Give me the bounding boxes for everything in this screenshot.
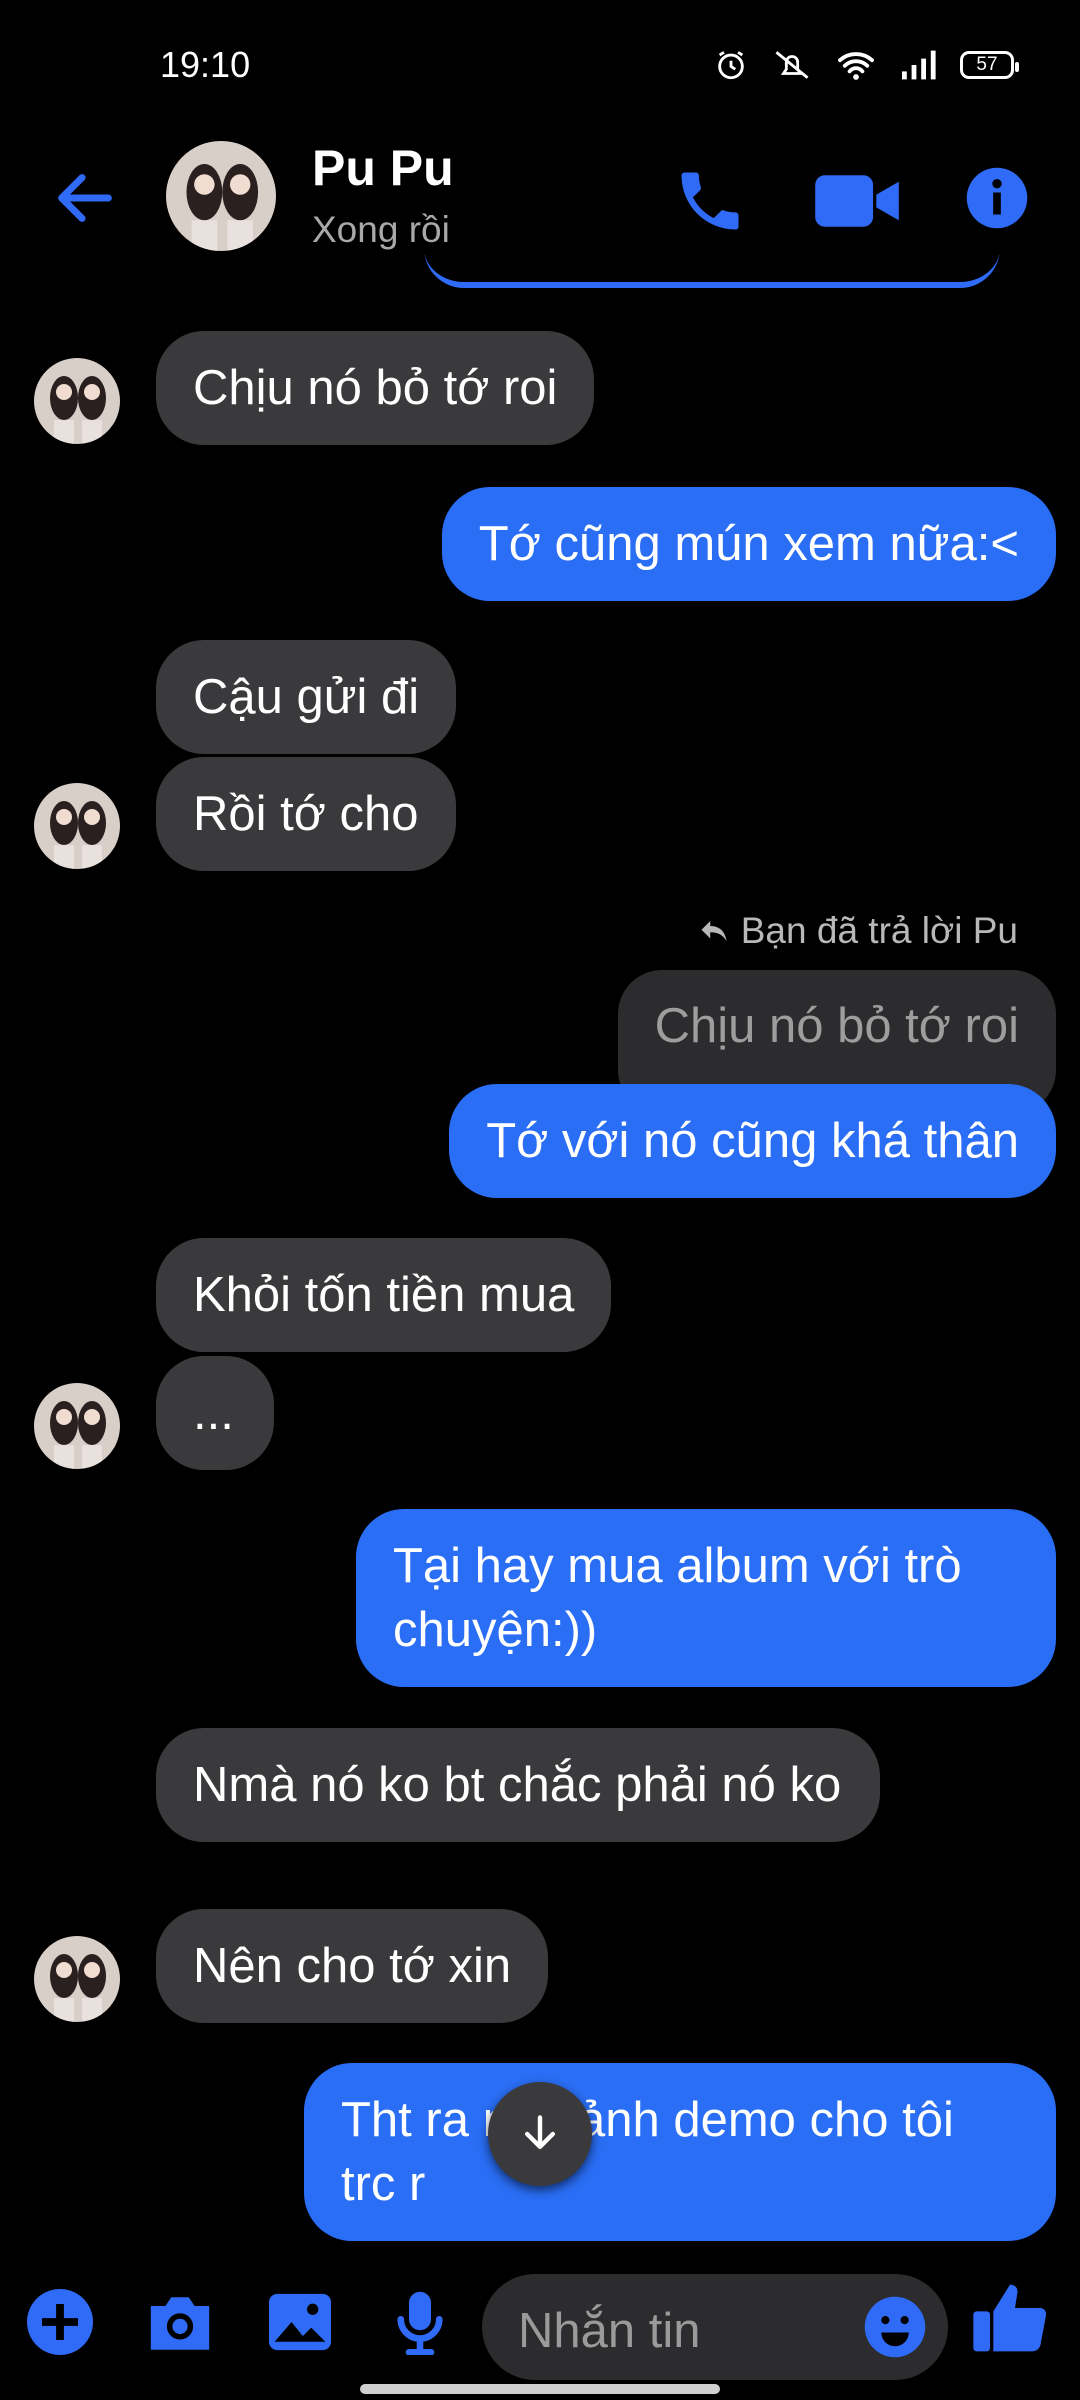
conversation-header: Pu Pu Xong rồi <box>0 135 1080 255</box>
contact-name[interactable]: Pu Pu <box>312 139 454 197</box>
message-incoming[interactable]: Chịu nó bỏ tớ roi <box>156 331 595 445</box>
avatar[interactable] <box>34 783 120 869</box>
message-outgoing[interactable]: Tớ cũng mún xem nữa:< <box>441 487 1056 601</box>
message-incoming[interactable]: Nên cho tớ xin <box>156 1909 549 2023</box>
message-list[interactable]: Chịu nó bỏ tớ roi Tớ cũng mún xem nữa:< … <box>0 0 1080 2260</box>
avatar[interactable] <box>34 1936 120 2022</box>
message-outgoing[interactable]: Tớ với nó cũng khá thân <box>449 1084 1056 1198</box>
message-incoming[interactable]: ... <box>156 1356 274 1470</box>
video-call-icon[interactable] <box>812 163 902 239</box>
phone-call-icon[interactable] <box>672 163 748 239</box>
thumbs-up-icon[interactable] <box>970 2276 1050 2360</box>
contact-avatar[interactable] <box>166 141 276 251</box>
message-incoming[interactable]: Rồi tớ cho <box>156 757 456 871</box>
message-input[interactable]: Nhắn tin <box>482 2274 948 2380</box>
gallery-icon[interactable] <box>262 2284 338 2360</box>
contact-status: Xong rồi <box>312 209 450 250</box>
info-icon[interactable] <box>964 165 1030 231</box>
reply-note-text: Bạn đã trả lời Pu <box>740 910 1018 951</box>
reply-note: Bạn đã trả lời Pu <box>699 910 1018 952</box>
microphone-icon[interactable] <box>382 2284 458 2360</box>
message-outgoing[interactable]: Tht ra nhả ảnh demo cho tôi trc r <box>304 2063 1056 2241</box>
arrow-down-icon <box>524 2115 556 2150</box>
message-composer: Nhắn tin <box>0 2262 1080 2382</box>
add-icon[interactable] <box>22 2284 98 2360</box>
message-input-placeholder: Nhắn tin <box>518 2304 701 2358</box>
message-outgoing[interactable]: Tại hay mua album với trò chuyện:)) <box>356 1509 1056 1687</box>
back-arrow-icon[interactable] <box>50 163 120 233</box>
message-incoming[interactable]: Nmà nó ko bt chắc phải nó ko <box>156 1728 880 1842</box>
message-incoming[interactable]: Cậu gửi đi <box>156 640 457 754</box>
reply-icon <box>701 921 727 941</box>
home-indicator[interactable] <box>360 2384 720 2394</box>
emoji-icon[interactable] <box>862 2294 928 2360</box>
avatar[interactable] <box>34 358 120 444</box>
avatar[interactable] <box>34 1383 120 1469</box>
camera-icon[interactable] <box>142 2284 218 2360</box>
message-incoming[interactable]: Khỏi tốn tiền mua <box>156 1238 612 1352</box>
scroll-to-bottom-button[interactable] <box>488 2082 592 2186</box>
